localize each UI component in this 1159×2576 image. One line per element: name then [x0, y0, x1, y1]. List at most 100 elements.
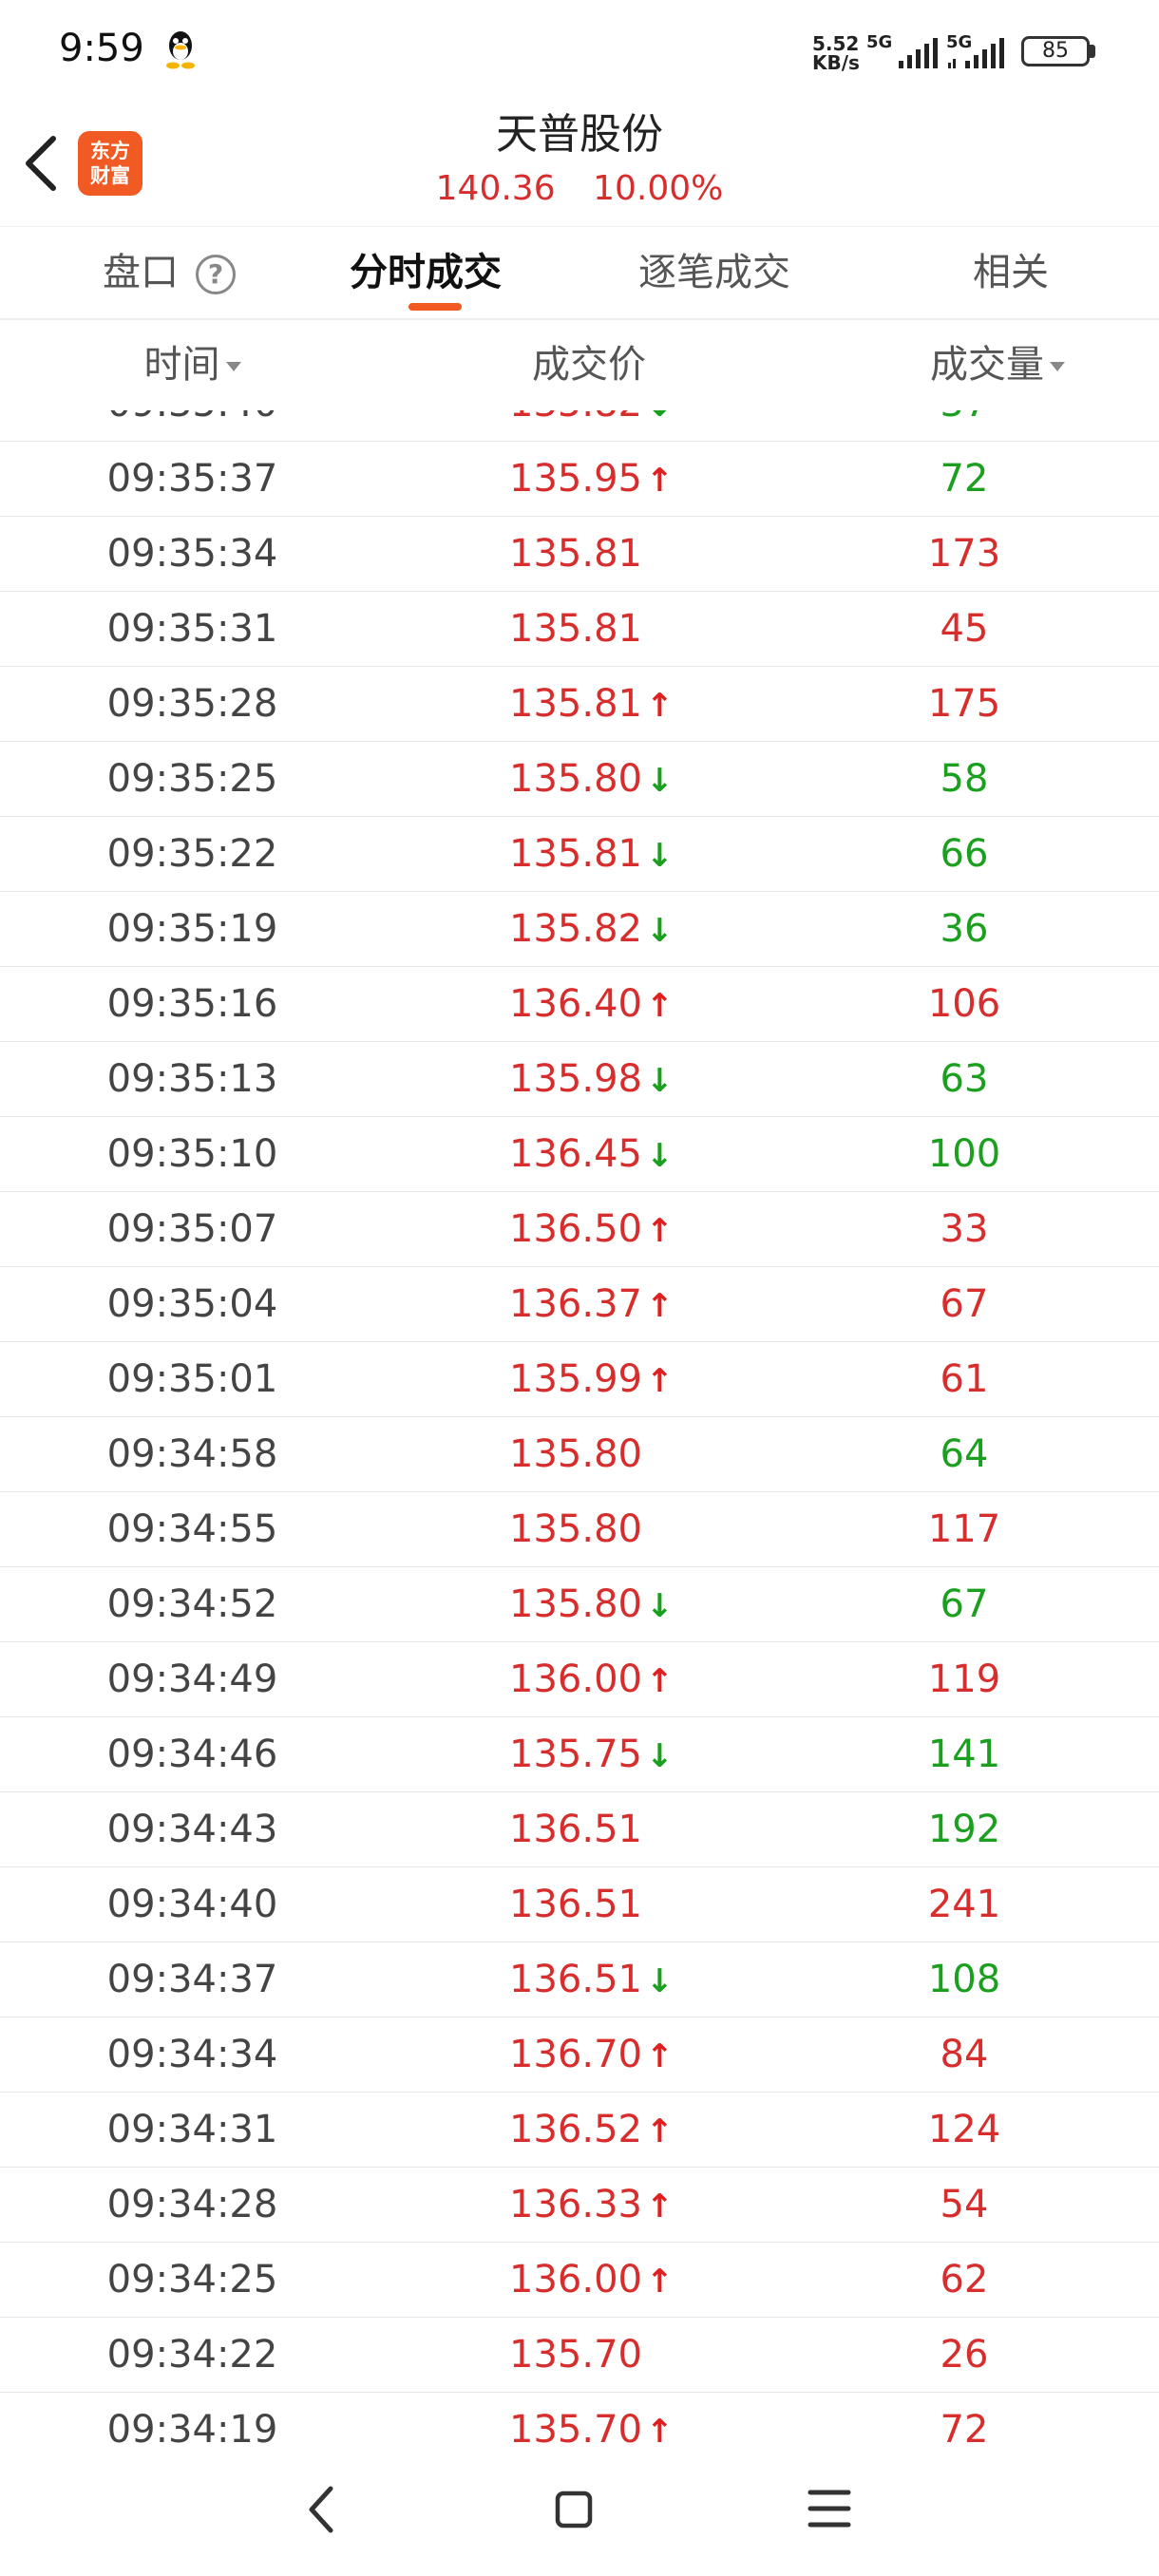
trade-volume: 106 — [927, 982, 1001, 1026]
trade-price: 135.95 — [509, 457, 642, 501]
trade-time: 09:35:22 — [106, 832, 278, 876]
trade-price-cell: 135.81 — [446, 517, 732, 591]
arrow-up-icon: ↑ — [645, 987, 674, 1025]
trade-price: 136.45 — [509, 1132, 642, 1176]
trade-price-cell: 136.70 ↑ — [446, 2017, 732, 2092]
trade-price: 136.40 — [509, 982, 642, 1026]
trade-volume: 66 — [940, 832, 989, 876]
tab-tick-trades-label: 逐笔成交 — [638, 251, 790, 294]
trade-volume: 175 — [927, 682, 1001, 726]
arrow-up-icon: ↑ — [645, 2037, 674, 2075]
trade-time: 09:34:34 — [106, 2033, 278, 2076]
trade-row: 09:35:40 135.82↓ 37 — [0, 410, 1159, 442]
eastmoney-logo[interactable]: 东方 财富 — [78, 131, 142, 196]
trade-volume: 33 — [940, 1207, 989, 1251]
trade-volume: 108 — [927, 1958, 1001, 2001]
tab-tick-trades[interactable]: 逐笔成交 — [638, 227, 790, 318]
arrow-up-icon: ↑ — [645, 1362, 674, 1400]
trade-price-cell: 135.70 — [446, 2318, 732, 2392]
trade-row: 09:34:22 135.70 26 — [0, 2318, 1159, 2393]
arrow-down-icon: ↓ — [645, 837, 674, 875]
arrow-up-icon: ↑ — [645, 2112, 674, 2150]
back-button[interactable] — [17, 127, 70, 199]
home-icon[interactable] — [555, 2491, 593, 2529]
trade-price: 135.80 — [509, 1582, 642, 1626]
trade-time: 09:35:13 — [106, 1057, 278, 1101]
trade-row: 09:34:31 136.52 ↑ 124 — [0, 2093, 1159, 2168]
trade-time: 09:35:10 — [106, 1132, 278, 1176]
trade-time: 09:35:19 — [106, 907, 278, 951]
trade-price-cell: 135.82↓ — [446, 410, 732, 441]
trade-row: 09:35:25 135.80 ↓ 58 — [0, 742, 1159, 817]
tab-related[interactable]: 相关 — [973, 227, 1049, 318]
trade-price: 136.37 — [509, 1282, 642, 1326]
trade-volume: 67 — [940, 1282, 989, 1326]
trade-price-cell: 136.51 — [446, 1867, 732, 1941]
arrow-up-icon: ↑ — [645, 1212, 674, 1250]
trades-list[interactable]: 09:35:40135.82↓3709:35:37135.95↑7209:35:… — [0, 410, 1159, 2443]
trade-row: 09:35:04 136.37 ↑ 67 — [0, 1267, 1159, 1342]
trade-time: 09:35:34 — [106, 532, 278, 576]
sort-caret-icon — [225, 362, 241, 371]
trade-volume: 58 — [940, 757, 989, 801]
arrow-down-icon: ↓ — [645, 1737, 674, 1775]
trade-price-cell: 136.33 ↑ — [446, 2168, 732, 2242]
help-icon[interactable]: ? — [196, 255, 236, 294]
trade-price-cell: 136.37 ↑ — [446, 1267, 732, 1341]
trade-price: 136.33 — [509, 2183, 642, 2226]
trade-time: 09:34:52 — [106, 1582, 278, 1626]
trade-price-cell: 135.80 — [446, 1417, 732, 1491]
trade-volume: 62 — [940, 2258, 989, 2301]
sort-caret-icon — [1050, 362, 1065, 371]
trade-time: 09:34:43 — [106, 1808, 278, 1851]
trade-price: 136.51 — [509, 1958, 642, 2001]
table-header: 时间 成交价 成交量 — [0, 319, 1159, 410]
trade-volume: 100 — [927, 1132, 1001, 1176]
trade-volume: 54 — [940, 2183, 989, 2226]
column-volume-sort[interactable]: 成交量 — [855, 319, 1140, 410]
status-bar: 9:59 5.52 KB/s 5G 5G 85 — [0, 0, 1159, 104]
trade-price: 135.70 — [509, 2333, 642, 2377]
trade-row: 09:34:43 136.51 192 — [0, 1792, 1159, 1867]
trade-price: 135.81 — [509, 682, 642, 726]
tab-bar: 盘口? 分时成交 逐笔成交 相关 — [0, 226, 1159, 320]
trade-row: 09:34:34 136.70 ↑ 84 — [0, 2017, 1159, 2093]
trade-row: 09:34:25 136.00 ↑ 62 — [0, 2243, 1159, 2318]
menu-icon[interactable] — [808, 2487, 851, 2530]
arrow-down-icon: ↓ — [645, 1062, 674, 1100]
arrow-down-icon: ↓ — [645, 1137, 674, 1175]
arrow-down-icon: ↓ — [645, 1587, 674, 1625]
trade-row: 09:35:01 135.99 ↑ 61 — [0, 1342, 1159, 1417]
trade-volume: 173 — [927, 532, 1001, 576]
arrow-down-icon: ↓ — [645, 1962, 674, 2000]
trade-price-cell: 135.99 ↑ — [446, 1342, 732, 1416]
trade-price: 135.81 — [509, 832, 642, 876]
trade-price-cell: 136.50 ↑ — [446, 1192, 732, 1266]
back-icon[interactable] — [302, 2481, 344, 2538]
trade-row: 09:35:07 136.50 ↑ 33 — [0, 1192, 1159, 1267]
trade-row: 09:35:37 135.95 ↑ 72 — [0, 442, 1159, 517]
stock-header: 天普股份 140.36 10.00% 东方 财富 — [0, 104, 1159, 226]
trades-rows: 09:35:40135.82↓3709:35:37135.95↑7209:35:… — [0, 410, 1159, 2443]
trade-volume: 117 — [927, 1507, 1001, 1551]
trade-time: 09:35:25 — [106, 757, 278, 801]
signal-2: 5G — [946, 32, 1032, 74]
trade-price: 135.81 — [509, 607, 642, 651]
arrow-up-icon: ↑ — [645, 2263, 674, 2301]
trade-price-cell: 136.51 ↓ — [446, 1942, 732, 2017]
trade-row: 09:34:19 135.70 ↑ 72 — [0, 2393, 1159, 2443]
trade-time: 09:35:04 — [106, 1282, 278, 1326]
trade-volume: 37 — [855, 410, 1074, 441]
signal-bars-icon — [948, 38, 1004, 68]
column-time-label: 时间 — [143, 343, 220, 387]
trade-price-cell: 136.40 ↑ — [446, 967, 732, 1041]
trade-row: 09:35:28 135.81 ↑ 175 — [0, 667, 1159, 742]
column-time-sort[interactable]: 时间 — [76, 319, 309, 410]
tab-pankou[interactable]: 盘口? — [103, 227, 236, 318]
trade-price: 136.50 — [509, 1207, 642, 1251]
column-price-label: 成交价 — [532, 343, 646, 387]
trade-row: 09:35:13 135.98 ↓ 63 — [0, 1042, 1159, 1117]
net-speed-unit: KB/s — [812, 51, 860, 74]
trade-row: 09:34:37 136.51 ↓ 108 — [0, 1942, 1159, 2017]
trade-price-cell: 135.80 ↓ — [446, 742, 732, 816]
